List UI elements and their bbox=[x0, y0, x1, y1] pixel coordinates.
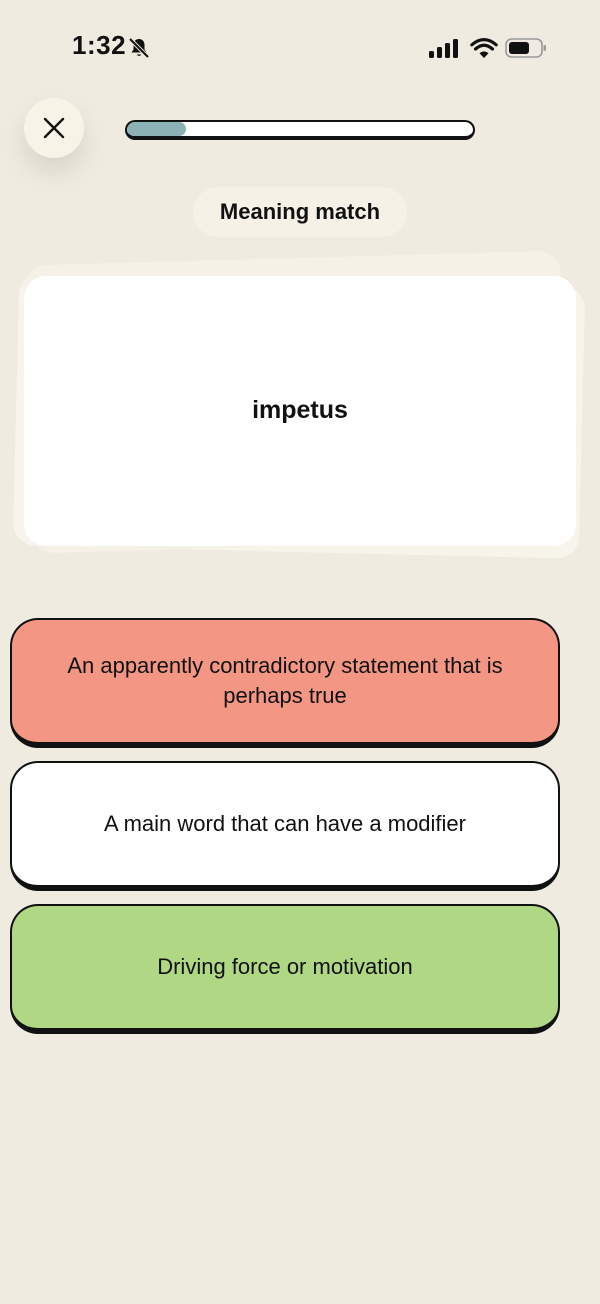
answer-option-text: An apparently contradictory statement th… bbox=[67, 653, 503, 708]
mode-label-text: Meaning match bbox=[219, 199, 381, 224]
progress-fill bbox=[127, 122, 186, 136]
cellular-signal-icon bbox=[429, 39, 458, 58]
wifi-icon bbox=[470, 38, 498, 58]
answer-option-text: Driving force or motivation bbox=[157, 954, 413, 979]
status-bar: 1:32 bbox=[0, 0, 600, 96]
close-icon bbox=[43, 117, 65, 139]
word-card: impetus bbox=[24, 276, 576, 546]
mode-label: Meaning match bbox=[193, 187, 407, 237]
answer-option-text: A main word that can have a modifier bbox=[104, 811, 466, 836]
battery-icon bbox=[505, 38, 546, 58]
answer-option-correct[interactable]: Driving force or motivation bbox=[10, 904, 560, 1034]
answer-option-incorrect[interactable]: An apparently contradictory statement th… bbox=[10, 618, 560, 748]
bell-slash-icon bbox=[128, 37, 150, 59]
answer-option-neutral[interactable]: A main word that can have a modifier bbox=[10, 761, 560, 891]
word-text: impetus bbox=[252, 395, 348, 424]
progress-bar bbox=[125, 120, 475, 140]
close-button[interactable] bbox=[24, 98, 84, 158]
status-time: 1:32 bbox=[72, 30, 127, 60]
